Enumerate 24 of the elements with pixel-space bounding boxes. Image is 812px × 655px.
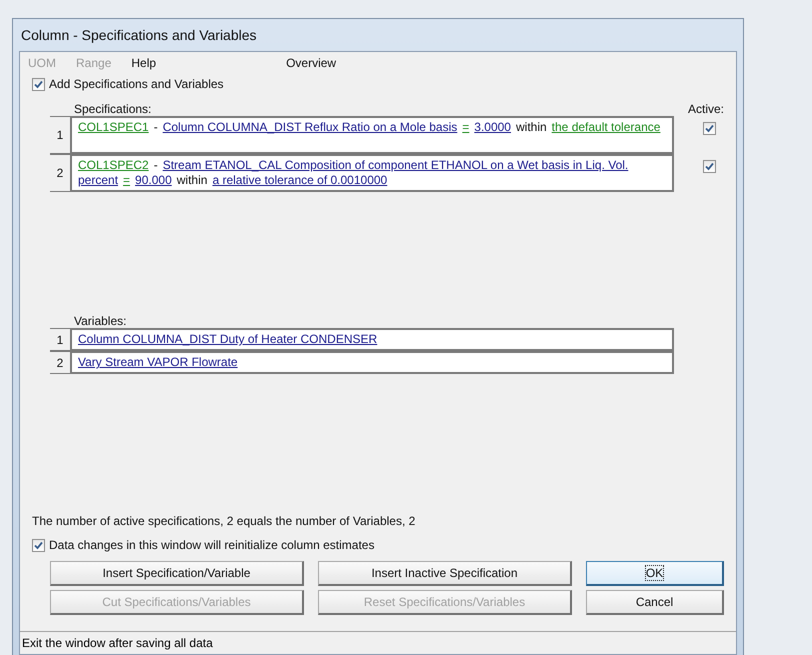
- checkbox-label: Add Specifications and Variables: [49, 77, 224, 91]
- dialog-button[interactable]: OK: [586, 561, 724, 586]
- window-title: Column - Specifications and Variables: [20, 26, 258, 45]
- dialog-button[interactable]: Insert Inactive Specification: [318, 561, 572, 586]
- checkbox[interactable]: [702, 122, 716, 135]
- specification-cell[interactable]: COL1SPEC2 - Stream ETANOL_CAL Composition of component ETHANOL on a Wet basis in Liq. Vol. percent = 90.000 within a relative tolerance of 0.0010000: [70, 154, 674, 192]
- section-label: Specifications:: [74, 102, 152, 116]
- summary-text: The number of active specifications, 2 equals the number of Variables, 2: [32, 514, 416, 528]
- variable-link[interactable]: Column COLUMNA_DIST Duty of Heater CONDENSER: [78, 332, 378, 346]
- dialog-button[interactable]: Insert Specification/Variable: [50, 561, 304, 586]
- column-label: Active:: [688, 102, 724, 116]
- dialog-button[interactable]: Cancel: [586, 590, 724, 615]
- variable-cell[interactable]: Vary Stream VAPOR Flowrate: [70, 351, 674, 374]
- checkbox[interactable]: [32, 538, 45, 552]
- menu-item[interactable]: Help: [131, 56, 156, 70]
- variable-cell[interactable]: Column COLUMNA_DIST Duty of Heater CONDENSER: [70, 328, 674, 352]
- menu-item[interactable]: Overview: [286, 56, 336, 70]
- checkbox[interactable]: [32, 78, 45, 90]
- section-label: Variables:: [74, 314, 126, 328]
- specification-cell[interactable]: COL1SPEC1 - Column COLUMNA_DIST Reflux Ratio on a Mole basis = 3.0000 within the default tolerance: [70, 116, 674, 154]
- variable-link[interactable]: Vary Stream VAPOR Flowrate: [78, 355, 238, 370]
- checkbox[interactable]: [702, 160, 716, 173]
- checkbox-label: Data changes in this window will reinitialize column estimates: [49, 538, 374, 552]
- status-bar: Exit the window after saving all data: [20, 631, 736, 654]
